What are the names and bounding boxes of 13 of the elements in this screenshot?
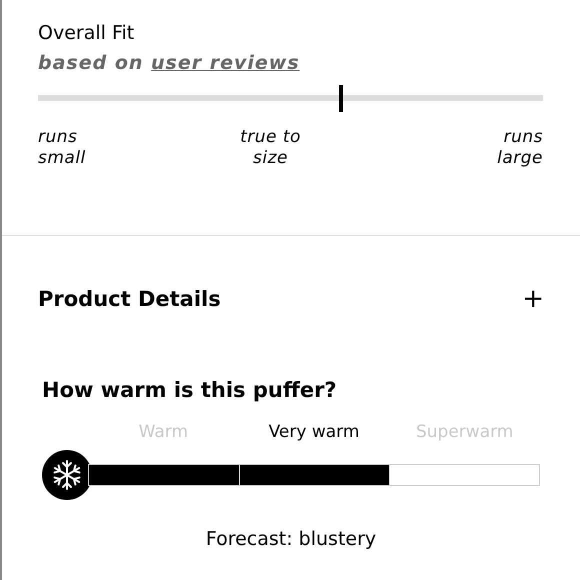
section-title: How warm is this puffer? xyxy=(42,378,338,402)
warmth-label: Very warm xyxy=(268,422,360,442)
product-details-row[interactable]: Product Details + xyxy=(2,236,580,314)
scale-label: true to size xyxy=(239,127,302,169)
forecast-text: Forecast: blustery xyxy=(204,528,378,550)
reviews-link[interactable]: user reviews xyxy=(151,52,300,74)
section-title: Overall Fit xyxy=(38,22,136,44)
section-title: Product Details xyxy=(38,287,221,311)
expand-icon: + xyxy=(522,284,544,314)
scale-label: runs large xyxy=(496,127,543,169)
snowflake-icon xyxy=(42,450,92,500)
scale-label: runs small xyxy=(38,127,87,169)
subtitle: based on user reviews xyxy=(38,52,301,74)
